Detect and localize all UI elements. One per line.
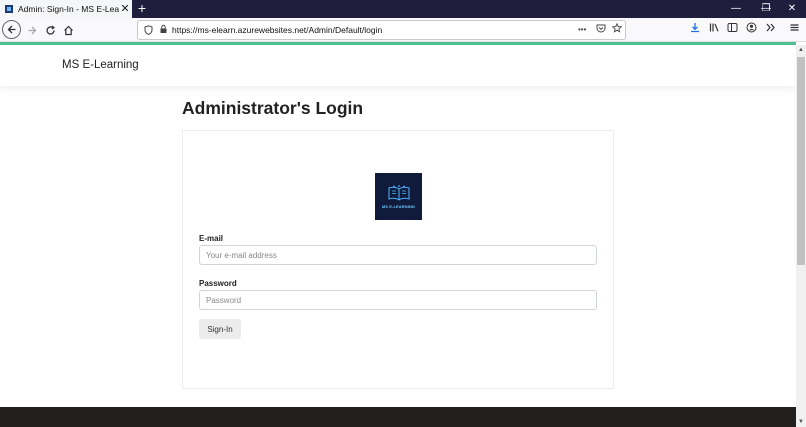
url-text: https://ms-elearn.azurewebsites.net/Admi… [172, 25, 383, 35]
scroll-down-arrow-icon[interactable]: ▼ [796, 417, 806, 427]
sign-in-button[interactable]: Sign-In [199, 319, 241, 339]
tab-title: Admin: Sign-In - MS E-Learning [18, 4, 119, 14]
pocket-icon[interactable] [596, 23, 606, 36]
browser-tab-strip: Admin: Sign-In - MS E-Learning ✕ + — [0, 0, 806, 18]
logo-text: MS E-LEARNING [381, 203, 416, 209]
site-header: MS E-Learning [0, 45, 796, 86]
browser-toolbar: https://ms-elearn.azurewebsites.net/Admi… [0, 18, 806, 42]
email-label: E-mail [199, 234, 224, 243]
library-icon[interactable] [709, 22, 720, 36]
lock-icon[interactable] [159, 24, 168, 36]
password-label: Password [199, 279, 237, 288]
password-field[interactable] [199, 290, 597, 310]
login-card: MS E-LEARNING E-mail Password Sign-In [182, 130, 614, 389]
home-icon[interactable] [58, 20, 78, 40]
page-actions-icon[interactable]: ••• [578, 25, 586, 34]
scroll-up-arrow-icon[interactable]: ▲ [796, 45, 806, 55]
downloads-icon[interactable] [690, 22, 700, 36]
sidebar-icon[interactable] [727, 22, 738, 36]
book-circuit-icon [387, 184, 411, 201]
email-field[interactable] [199, 245, 597, 265]
menu-hamburger-icon[interactable] [789, 22, 800, 36]
back-arrow-icon[interactable] [2, 20, 21, 39]
reload-icon[interactable] [40, 20, 60, 40]
bookmark-star-icon[interactable] [611, 22, 623, 36]
site-brand-link[interactable]: MS E-Learning [62, 59, 139, 71]
page-title: Administrator's Login [182, 98, 364, 118]
browser-tab[interactable]: Admin: Sign-In - MS E-Learning ✕ [0, 0, 132, 18]
account-icon[interactable] [746, 22, 757, 36]
overflow-chevron-icon[interactable] [765, 22, 776, 36]
site-favicon-icon [5, 5, 13, 13]
tab-close-icon[interactable]: ✕ [119, 0, 131, 18]
minimize-button-2[interactable]: — [720, 0, 752, 18]
scrollbar-thumb[interactable] [797, 57, 805, 265]
site-footer [0, 407, 796, 427]
forward-arrow-icon[interactable] [22, 20, 42, 40]
url-bar[interactable]: https://ms-elearn.azurewebsites.net/Admi… [137, 20, 626, 40]
new-tab-button[interactable]: + [135, 0, 149, 18]
site-logo: MS E-LEARNING [375, 173, 422, 220]
tracking-shield-icon[interactable] [144, 25, 153, 37]
page-scrollbar[interactable]: ▲ ▼ [796, 45, 806, 427]
page-viewport: MS E-Learning Administrator's Login MS E… [0, 45, 796, 427]
window-close-button[interactable]: ✕ [778, 0, 806, 18]
